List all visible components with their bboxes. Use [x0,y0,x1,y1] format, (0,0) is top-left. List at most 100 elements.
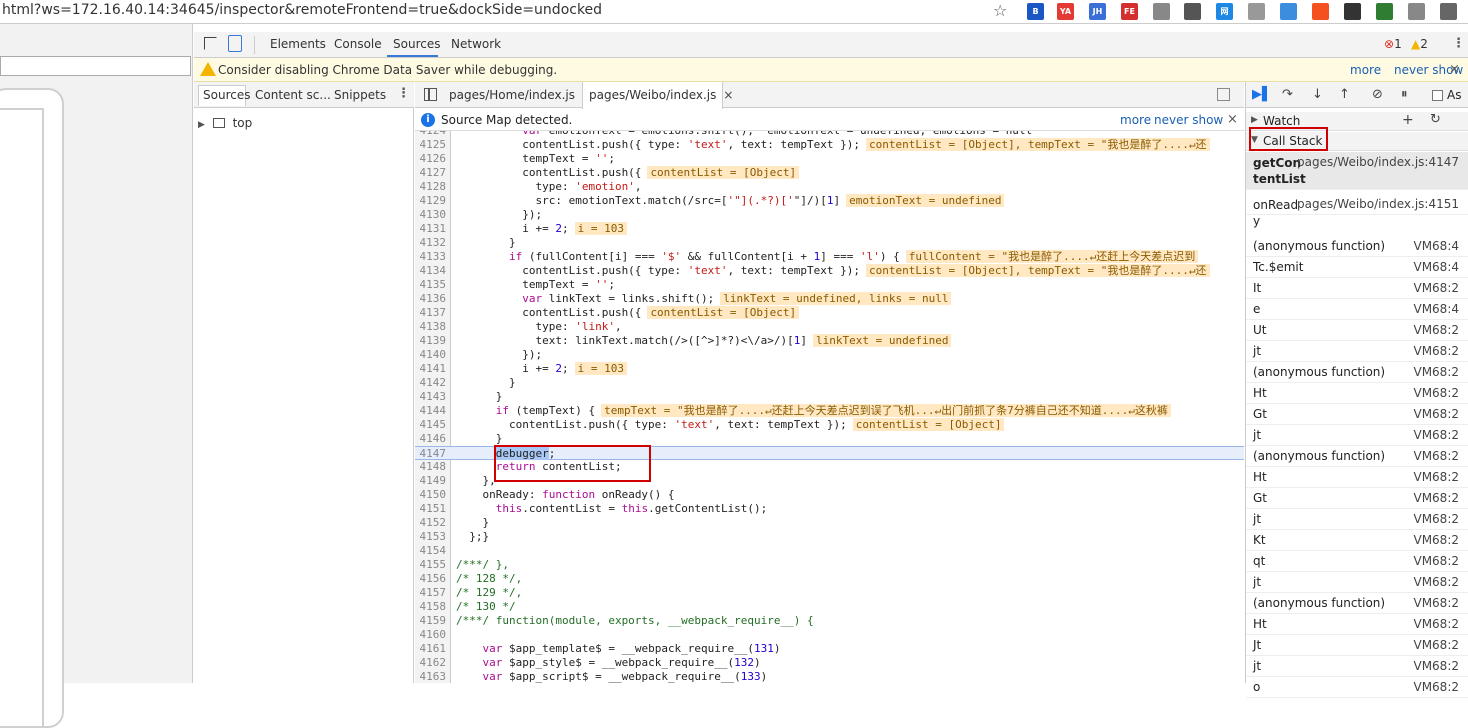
call-frame-location[interactable]: VM68:2 [1413,512,1459,526]
call-frame-location[interactable]: VM68:2 [1413,680,1459,694]
toggle-navigator-icon[interactable] [424,88,437,101]
code-line[interactable]: 4158 /* 130 */ [415,600,1244,614]
extension-icon[interactable]: FE [1121,3,1138,20]
tree-item-top[interactable]: ▶ top [198,116,252,130]
line-number[interactable]: 4161 [415,642,449,656]
line-number[interactable]: 4144 [415,404,449,418]
tab-sources[interactable]: Sources [393,37,440,51]
code-line[interactable]: 4154 [415,544,1244,558]
line-number[interactable]: 4134 [415,264,449,278]
call-frame[interactable]: qt VM68:2 [1246,551,1468,572]
step-over-icon[interactable]: ↷ [1282,87,1293,102]
code-line[interactable]: 4126 tempText = ''; [415,152,1244,166]
tab-console[interactable]: Console [334,37,382,51]
step-out-icon[interactable]: ↑ [1339,87,1350,102]
code-line[interactable]: 4163 var $app_script$ = __webpack_requir… [415,670,1244,683]
call-frame[interactable]: (anonymous function) VM68:2 [1246,593,1468,614]
devtools-menu-icon[interactable]: ⋮ [1452,36,1465,51]
call-frame-location[interactable]: VM68:4 [1413,260,1459,274]
code-line[interactable]: 4138 type: 'link', [415,320,1244,334]
extension-icon[interactable] [1344,3,1361,20]
call-frame[interactable]: jt VM68:2 [1246,425,1468,446]
line-number[interactable]: 4131 [415,222,449,236]
extension-icon[interactable] [1312,3,1329,20]
code-line[interactable]: 4133 if (fullContent[i] === '$' && fullC… [415,250,1244,264]
call-frame[interactable]: Jt VM68:2 [1246,635,1468,656]
call-frame-location[interactable]: VM68:4 [1413,302,1459,316]
line-number[interactable]: 4151 [415,502,449,516]
code-line[interactable]: 4128 type: 'emotion', [415,180,1244,194]
extension-icon[interactable] [1153,3,1170,20]
extension-icon[interactable]: JH [1089,3,1106,20]
line-number[interactable]: 4152 [415,516,449,530]
line-number[interactable]: 4147 [415,447,449,461]
line-number[interactable]: 4142 [415,376,449,390]
extension-icon[interactable]: B [1027,3,1044,20]
line-number[interactable]: 4143 [415,390,449,404]
call-frame[interactable]: Gt VM68:2 [1246,404,1468,425]
call-frame-location[interactable]: VM68:2 [1413,449,1459,463]
call-frame[interactable]: onRead y pages/Weibo/index.js:4151 [1246,194,1468,228]
line-number[interactable]: 4133 [415,250,449,264]
call-frame[interactable]: (anonymous function) VM68:2 [1246,446,1468,467]
call-frame-location[interactable]: VM68:2 [1413,365,1459,379]
call-frame[interactable]: getCon tentList pages/Weibo/index.js:4147 [1246,152,1468,190]
extension-icon[interactable]: YA [1057,3,1074,20]
extension-icon[interactable]: 网 [1216,3,1233,20]
line-number[interactable]: 4137 [415,306,449,320]
add-watch-icon[interactable]: + [1402,112,1414,128]
code-line[interactable]: 4129 src: emotionText.match(/src=['"](.*… [415,194,1244,208]
line-number[interactable]: 4135 [415,278,449,292]
extension-icon[interactable] [1184,3,1201,20]
call-frame-location[interactable]: VM68:2 [1413,407,1459,421]
call-frame-location[interactable]: VM68:2 [1413,638,1459,652]
call-frame[interactable]: jt VM68:2 [1246,509,1468,530]
line-number[interactable]: 4124 [415,131,449,138]
pause-on-exceptions-icon[interactable]: ⏸ [1401,87,1408,102]
line-number[interactable]: 4130 [415,208,449,222]
line-number[interactable]: 4125 [415,138,449,152]
call-frame[interactable]: jt VM68:2 [1246,341,1468,362]
call-frame[interactable]: e VM68:4 [1246,299,1468,320]
code-line[interactable]: 4144 if (tempText) {tempText = "我也是醉了...… [415,404,1244,418]
navigator-tab-sources[interactable]: Sources [203,88,250,102]
call-frame[interactable]: Tc.$emit VM68:4 [1246,257,1468,278]
call-frame[interactable]: jt VM68:2 [1246,572,1468,593]
extension-icon[interactable] [1408,3,1425,20]
call-frame[interactable]: Gt VM68:2 [1246,488,1468,509]
code-line[interactable]: 4135 tempText = ''; [415,278,1244,292]
navigator-menu-icon[interactable]: ⋮ [397,86,410,101]
call-frame[interactable]: It VM68:2 [1246,278,1468,299]
line-number[interactable]: 4150 [415,488,449,502]
call-frame-location[interactable]: VM68:2 [1413,323,1459,337]
call-frame-location[interactable]: VM68:2 [1413,575,1459,589]
editor-tab-home[interactable]: pages/Home/index.js [443,82,593,108]
line-number[interactable]: 4157 [415,586,449,600]
line-number[interactable]: 4162 [415,656,449,670]
extension-icon[interactable] [1248,3,1265,20]
line-number[interactable]: 4140 [415,348,449,362]
code-line[interactable]: 4157 /* 129 */, [415,586,1244,600]
async-checkbox[interactable] [1432,90,1443,101]
resume-icon[interactable]: ▶▌ [1252,87,1272,102]
line-number[interactable]: 4148 [415,460,449,474]
extension-icon[interactable] [1440,3,1457,20]
editor-tab-weibo[interactable]: pages/Weibo/index.js × [582,82,733,109]
line-number[interactable]: 4149 [415,474,449,488]
code-line[interactable]: 4125 contentList.push({ type: 'text', te… [415,138,1244,152]
line-number[interactable]: 4141 [415,362,449,376]
code-line[interactable]: 4127 contentList.push({contentList = [Ob… [415,166,1244,180]
code-view[interactable]: 4124 var emotionText = emotions.shift();… [415,131,1244,683]
call-frame-location[interactable]: VM68:2 [1413,281,1459,295]
code-line[interactable]: 4161 var $app_template$ = __webpack_requ… [415,642,1244,656]
code-line[interactable]: 4134 contentList.push({ type: 'text', te… [415,264,1244,278]
close-tab-icon[interactable]: × [723,88,733,102]
call-frame-location[interactable]: VM68:2 [1413,344,1459,358]
line-number[interactable]: 4129 [415,194,449,208]
line-number[interactable]: 4158 [415,600,449,614]
line-number[interactable]: 4132 [415,236,449,250]
call-frame-location[interactable]: VM68:4 [1413,239,1459,253]
call-frame-location[interactable]: VM68:2 [1413,533,1459,547]
call-frame-location[interactable]: VM68:2 [1413,554,1459,568]
line-number[interactable]: 4163 [415,670,449,683]
